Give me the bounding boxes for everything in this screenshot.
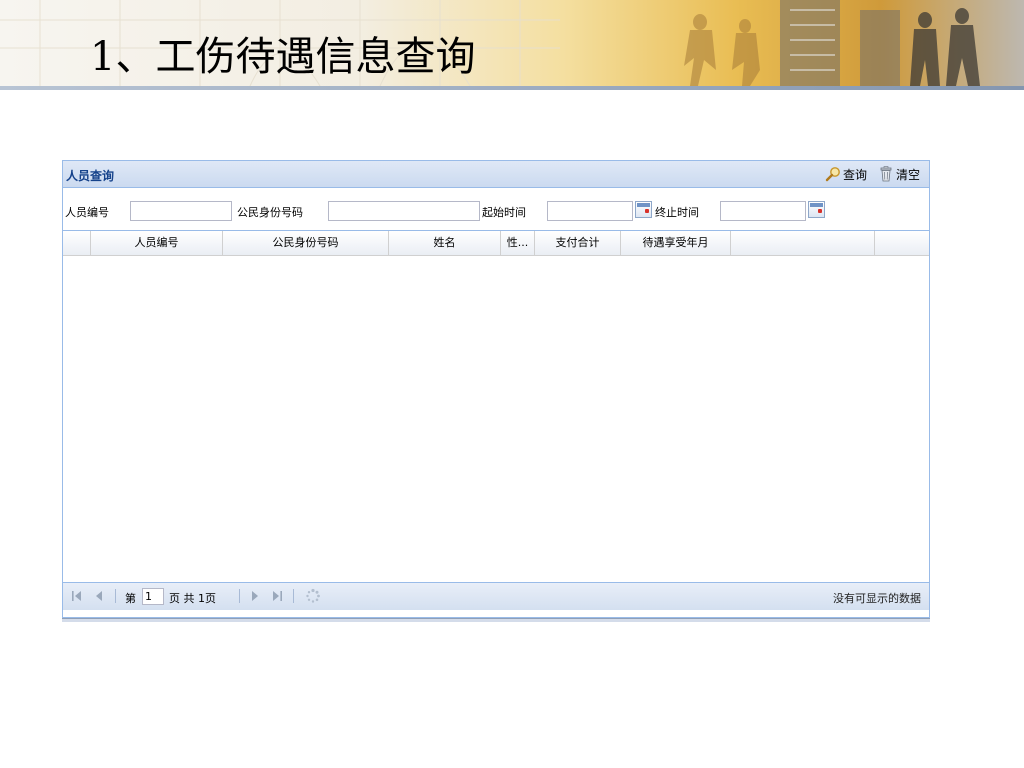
magnifier-icon — [825, 167, 840, 182]
banner-bottom-line — [0, 86, 1024, 90]
grid-header: 人员编号 公民身份号码 姓名 性... 支付合计 待遇享受年月 — [63, 231, 929, 256]
start-time-input[interactable] — [547, 201, 633, 221]
grid-column-gender[interactable]: 性... — [501, 231, 535, 255]
grid-body — [63, 256, 929, 582]
grid-column-citizen-id[interactable]: 公民身份号码 — [223, 231, 389, 255]
end-time-label: 终止时间 — [655, 206, 699, 219]
person-query-panel: 人员查询 查询 清空 人员编号 公民身份号码 起始时间 终止时间 人员编号 公民… — [62, 160, 930, 618]
calendar-icon — [810, 203, 823, 207]
paging-toolbar: 第 页 共 1页 没有可显示的数据 — [63, 582, 929, 610]
person-id-input[interactable] — [130, 201, 232, 221]
clear-button[interactable]: 清空 — [878, 165, 920, 183]
calendar-icon — [637, 203, 650, 207]
grid-column-person-id[interactable]: 人员编号 — [91, 231, 223, 255]
start-time-label: 起始时间 — [482, 206, 526, 219]
panel-title: 人员查询 — [66, 169, 115, 183]
end-time-input[interactable] — [720, 201, 806, 221]
paging-status-text: 没有可显示的数据 — [833, 592, 921, 605]
person-id-label: 人员编号 — [65, 206, 109, 219]
next-page-icon[interactable] — [247, 588, 263, 604]
grid-column-rownumber — [63, 231, 91, 255]
refresh-icon[interactable] — [305, 588, 321, 604]
page-prefix: 第 — [125, 592, 136, 605]
panel-bottom-shadow — [62, 618, 930, 622]
page-suffix: 页 共 1页 — [169, 592, 216, 605]
start-time-calendar-button[interactable] — [635, 201, 652, 218]
search-button[interactable]: 查询 — [825, 165, 867, 183]
last-page-icon[interactable] — [269, 588, 285, 604]
end-time-calendar-button[interactable] — [808, 201, 825, 218]
citizen-id-input[interactable] — [328, 201, 480, 221]
grid-column-filler — [731, 231, 875, 255]
clear-button-label: 清空 — [896, 167, 921, 182]
slide-title: 1、工伤待遇信息查询 — [90, 34, 476, 80]
grid-column-payment-total[interactable]: 支付合计 — [535, 231, 621, 255]
panel-header: 人员查询 查询 清空 — [63, 161, 929, 188]
page-number-input[interactable] — [142, 588, 164, 605]
search-form: 人员编号 公民身份号码 起始时间 终止时间 — [63, 188, 929, 231]
citizen-id-label: 公民身份号码 — [237, 206, 303, 219]
grid-column-name[interactable]: 姓名 — [389, 231, 501, 255]
trash-icon — [880, 166, 892, 182]
search-button-label: 查询 — [843, 167, 868, 182]
prev-page-icon[interactable] — [91, 588, 107, 604]
grid-column-benefit-month[interactable]: 待遇享受年月 — [621, 231, 731, 255]
first-page-icon[interactable] — [69, 588, 85, 604]
